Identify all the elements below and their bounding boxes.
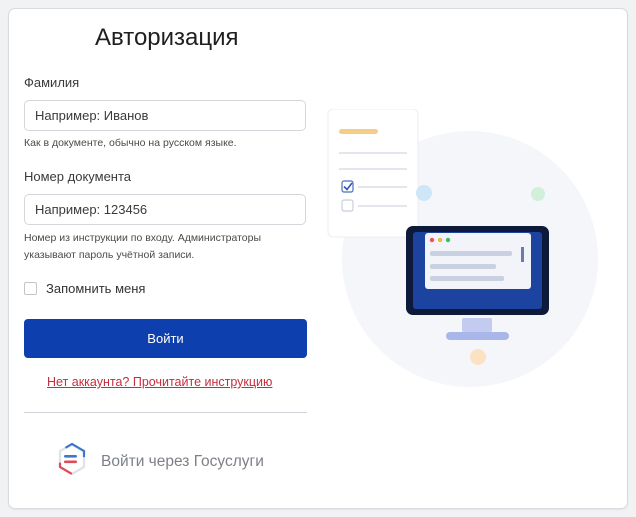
gosuslugi-login-label: Войти через Госуслуги [101,452,264,470]
register-instruction-link[interactable]: Нет аккаунта? Прочитайте инструкцию [47,375,272,389]
remember-me[interactable]: Запомнить меня [24,281,145,296]
divider [24,412,307,413]
remember-me-checkbox[interactable] [24,282,37,295]
page-title: Авторизация [95,24,239,51]
document-label: Номер документа [24,169,132,184]
login-button[interactable]: Войти [24,319,307,358]
surname-input[interactable] [24,100,306,131]
gosuslugi-login-button[interactable]: Войти через Госуслуги [57,442,264,481]
document-hint-line-1: Номер из инструкции по входу. Администра… [24,232,262,244]
document-hint-line-2: указывают пароль учётной записи. [24,249,195,261]
login-card: Авторизация Фамилия Как в документе, обы… [8,8,628,509]
gosuslugi-logo-icon [57,442,87,481]
surname-label: Фамилия [24,75,80,90]
document-number-input[interactable] [24,194,306,225]
computer-and-checklist-illustration [322,108,612,399]
document-hint: Номер из инструкции по входу. Администра… [24,230,261,264]
remember-me-label: Запомнить меня [46,281,146,296]
surname-hint: Как в документе, обычно на русском языке… [24,137,237,149]
